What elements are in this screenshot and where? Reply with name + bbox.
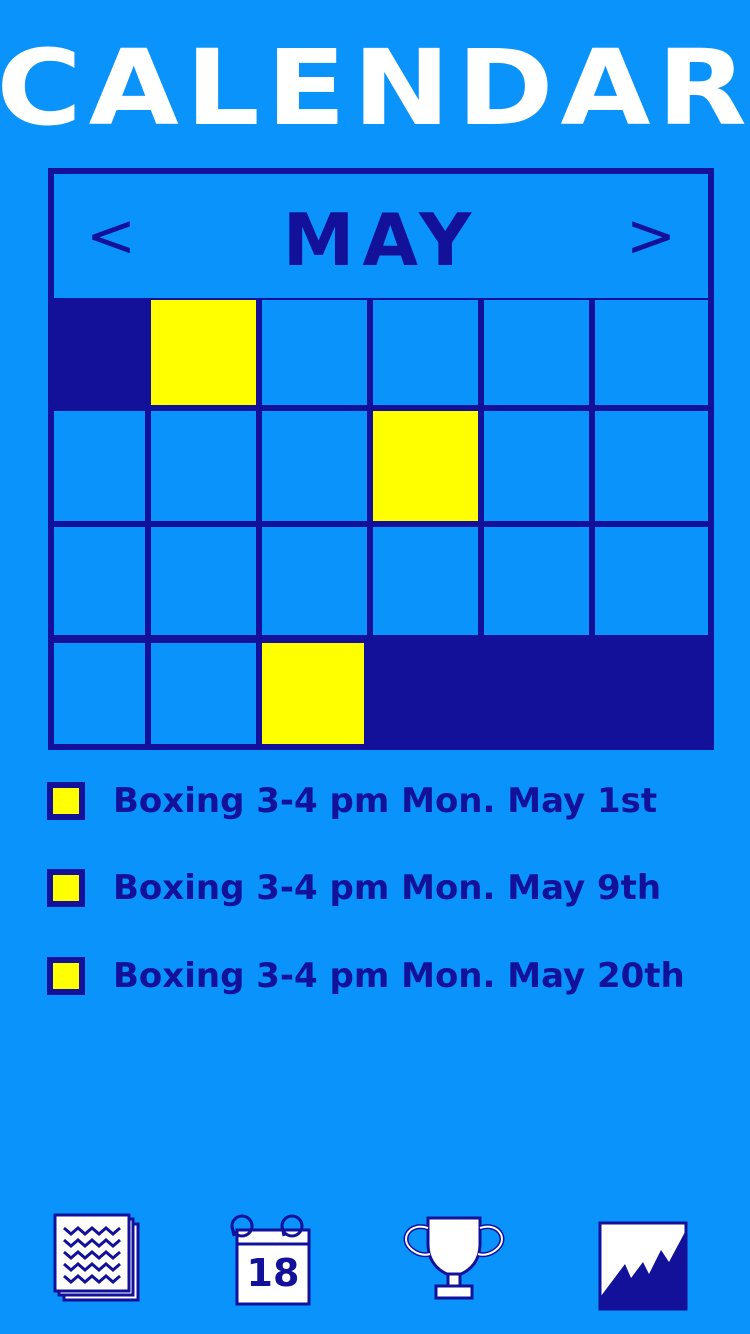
calendar-day-cell[interactable] <box>373 300 478 405</box>
calendar-day-cell-event[interactable] <box>262 643 364 744</box>
calendar-day-cell[interactable] <box>151 527 256 635</box>
tab-calendar[interactable]: 18 <box>228 1212 314 1306</box>
notes-icon <box>53 1213 140 1302</box>
calendar-day-cell[interactable] <box>151 411 256 521</box>
calendar-day-cell[interactable] <box>54 411 145 521</box>
event-label: Boxing 3-4 pm Mon. May 20th <box>113 956 685 996</box>
calendar-day-cell[interactable] <box>262 527 367 635</box>
calendar-day-cell[interactable] <box>595 527 708 635</box>
calendar-day-cell-event[interactable] <box>373 411 478 521</box>
calendar-badge: 18 <box>247 1251 300 1295</box>
calendar-empty-cell <box>54 300 145 405</box>
tab-notes[interactable] <box>52 1212 144 1304</box>
calendar-day-cell[interactable] <box>484 300 589 405</box>
chart-icon <box>598 1221 688 1311</box>
tab-chart[interactable] <box>597 1220 691 1312</box>
event-label: Boxing 3-4 pm Mon. May 1st <box>113 781 658 821</box>
calendar-header: MAY < > <box>54 174 708 298</box>
calendar-day-cell[interactable] <box>262 411 367 521</box>
event-list-item[interactable]: Boxing 3-4 pm Mon. May 20th <box>47 956 687 997</box>
calendar-day-cell[interactable] <box>54 643 145 744</box>
tab-trophy[interactable] <box>400 1214 508 1302</box>
event-marker-icon <box>47 782 85 820</box>
calendar-day-cell[interactable] <box>151 643 256 744</box>
prev-month-button[interactable]: < <box>66 174 156 298</box>
calendar-day-cell[interactable] <box>54 527 145 635</box>
event-label: Boxing 3-4 pm Mon. May 9th <box>113 868 662 908</box>
calendar-day-cell[interactable] <box>595 411 708 521</box>
calendar-day-cell[interactable] <box>484 527 589 635</box>
next-month-button[interactable]: > <box>606 174 696 298</box>
calendar-day-cell[interactable] <box>262 300 367 405</box>
calendar-grid: MAY < > <box>48 168 714 750</box>
calendar-day-cell-event[interactable] <box>151 300 256 405</box>
event-marker-icon <box>47 869 85 907</box>
calendar-icon: 18 <box>230 1214 311 1306</box>
event-list-item[interactable]: Boxing 3-4 pm Mon. May 9th <box>47 868 687 909</box>
page-title: CALENDAR <box>0 27 750 149</box>
event-list-item[interactable]: Boxing 3-4 pm Mon. May 1st <box>47 781 687 822</box>
calendar-day-cell[interactable] <box>484 411 589 521</box>
calendar-day-cell[interactable] <box>595 300 708 405</box>
trophy-icon <box>403 1216 505 1300</box>
event-marker-icon <box>47 957 85 995</box>
calendar-day-cell[interactable] <box>373 527 478 635</box>
